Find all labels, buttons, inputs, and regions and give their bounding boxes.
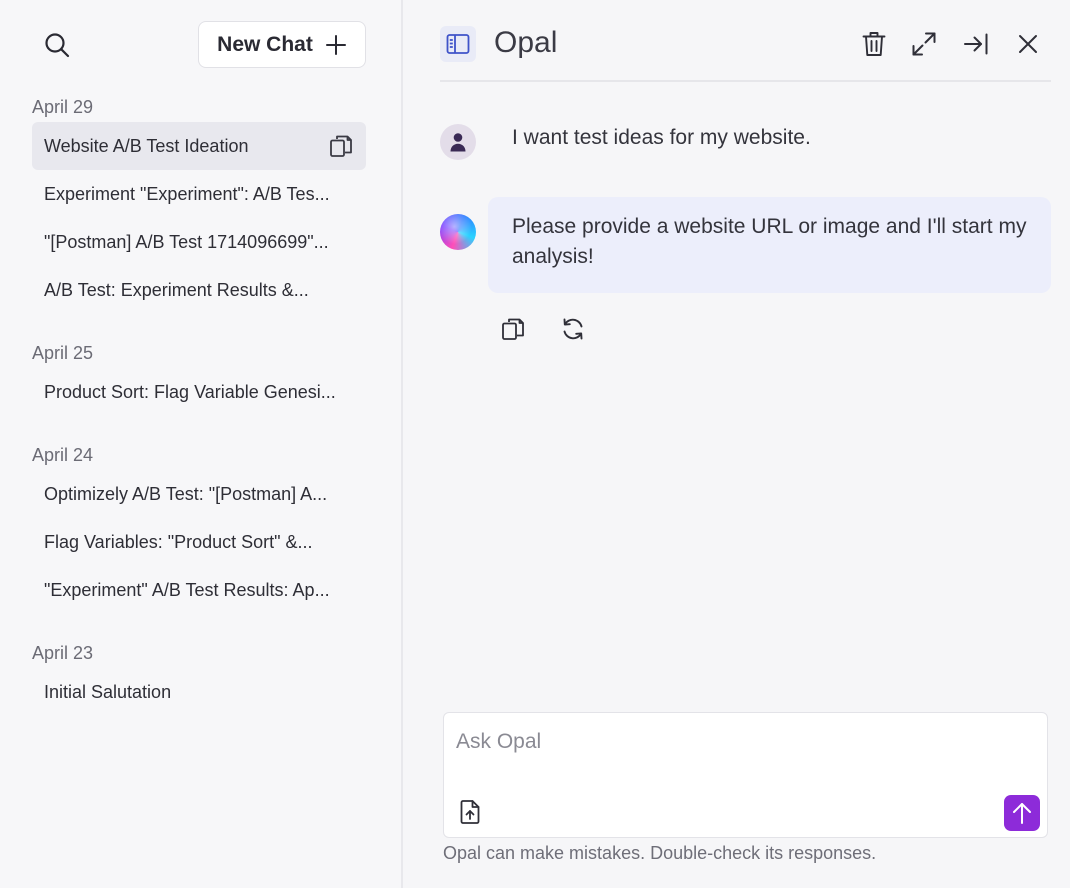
chat-history-sidebar: New Chat April 29 Website A/B Test Ideat… — [0, 0, 403, 888]
collapse-panel-button[interactable] — [960, 28, 992, 60]
plus-icon — [325, 34, 347, 56]
page-title: Opal — [494, 26, 558, 59]
user-message: I want test ideas for my website. — [512, 126, 811, 149]
chat-item-label: Product Sort: Flag Variable Genesi... — [44, 381, 336, 402]
delete-chat-button[interactable] — [858, 28, 890, 60]
chat-item-label: "Experiment" A/B Test Results: Ap... — [44, 579, 330, 600]
group-label-april-29: April 29 — [32, 97, 94, 117]
chat-item[interactable]: Product Sort: Flag Variable Genesi... — [32, 368, 366, 416]
expand-button[interactable] — [908, 28, 940, 60]
attach-file-button[interactable] — [456, 797, 484, 827]
disclaimer-text: Opal can make mistakes. Double-check its… — [443, 843, 877, 863]
chat-item[interactable]: "[Postman] A/B Test 1714096699"... — [32, 218, 366, 266]
group-label-april-23: April 23 — [32, 643, 94, 663]
chat-item-website-ab-test-ideation[interactable]: Website A/B Test Ideation — [32, 122, 366, 170]
copy-response-button[interactable] — [498, 314, 528, 344]
chat-item[interactable]: Flag Variables: "Product Sort" &... — [32, 518, 366, 566]
attach-file-icon — [460, 800, 480, 824]
search-icon — [45, 33, 70, 58]
expand-icon — [912, 32, 936, 56]
collapse-right-icon — [964, 33, 988, 55]
send-button[interactable] — [1004, 795, 1040, 831]
chat-item[interactable]: Initial Salutation — [32, 668, 366, 716]
chat-header: Opal — [440, 0, 1051, 82]
close-icon — [1019, 35, 1037, 53]
copy-icon[interactable] — [328, 133, 354, 159]
group-label-april-24: April 24 — [32, 445, 94, 465]
ask-opal-input[interactable] — [456, 725, 1026, 759]
chat-item[interactable]: Optimizely A/B Test: "[Postman] A... — [32, 470, 366, 518]
regenerate-button[interactable] — [558, 314, 588, 344]
sidebar-panel-icon — [446, 34, 470, 54]
arrow-up-icon — [1013, 803, 1031, 824]
chat-item[interactable]: Experiment "Experiment": A/B Tes... — [32, 170, 366, 218]
trash-icon — [862, 32, 886, 56]
copy-icon — [502, 318, 524, 340]
toggle-sidebar-button[interactable] — [440, 26, 476, 62]
chat-item-label: Flag Variables: "Product Sort" &... — [44, 531, 313, 552]
close-button[interactable] — [1012, 28, 1044, 60]
regenerate-icon — [563, 318, 583, 340]
message-composer — [443, 712, 1048, 838]
group-label-april-25: April 25 — [32, 343, 94, 363]
chat-panel: Opal I want test ideas for my website. P… — [403, 0, 1070, 888]
chat-item-label: Optimizely A/B Test: "[Postman] A... — [44, 483, 328, 504]
chat-item-label: Website A/B Test Ideation — [44, 135, 249, 156]
chat-item-label: Experiment "Experiment": A/B Tes... — [44, 183, 330, 204]
new-chat-button[interactable]: New Chat — [198, 21, 366, 68]
opal-avatar — [440, 214, 476, 250]
chat-item[interactable]: "Experiment" A/B Test Results: Ap... — [32, 566, 366, 614]
user-icon — [450, 133, 466, 152]
chat-item-label: Initial Salutation — [44, 681, 172, 702]
user-avatar — [440, 124, 476, 160]
chat-item-label: A/B Test: Experiment Results &... — [44, 279, 309, 300]
new-chat-label: New Chat — [217, 32, 313, 56]
assistant-message: Please provide a website URL or image an… — [488, 197, 1051, 293]
search-button[interactable] — [38, 26, 76, 64]
chat-item[interactable]: A/B Test: Experiment Results &... — [32, 266, 366, 314]
chat-item-label: "[Postman] A/B Test 1714096699"... — [44, 231, 329, 252]
